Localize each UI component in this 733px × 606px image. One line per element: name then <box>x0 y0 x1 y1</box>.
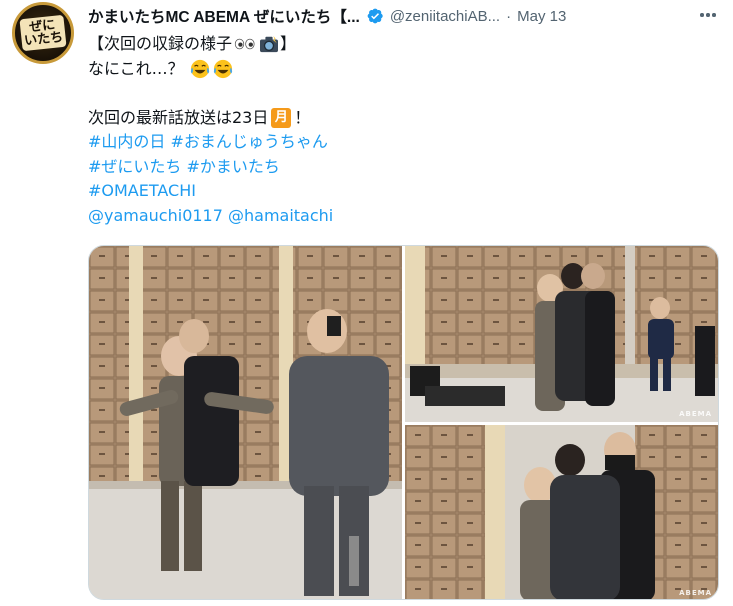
text-line-2: なにこれ…？ <box>88 57 718 82</box>
tweet[interactable]: ぜに いたち かまいたちMC ABEMA ぜにいたち【... @zeniitach… <box>0 0 733 606</box>
author-name[interactable]: かまいたちMC ABEMA ぜにいたち【... <box>88 5 360 27</box>
avatar-logo-text: ぜに いたち <box>19 14 67 52</box>
mention-line: @yamauchi0117 @hamaitachi <box>88 204 718 229</box>
tweet-date[interactable]: May 13 <box>517 8 566 25</box>
monday-badge: 月 <box>271 107 292 128</box>
text-line-1: 【次回の収録の様子 】 <box>88 32 718 57</box>
hashtag-link[interactable]: #山内の日 <box>88 130 165 155</box>
hashtag-link[interactable]: #ぜにいたち <box>88 155 181 180</box>
hashtag-line-2: #ぜにいたち #かまいたち <box>88 155 718 180</box>
hashtag-link[interactable]: #OMAETACHI <box>88 179 196 204</box>
avatar[interactable]: ぜに いたち <box>12 2 74 64</box>
hashtag-link[interactable]: #おまんじゅうちゃん <box>171 130 328 155</box>
text-segment: 】 <box>280 34 297 53</box>
mention-link[interactable]: @yamauchi0117 <box>88 204 223 229</box>
verified-badge-icon <box>367 8 383 24</box>
more-options-icon[interactable] <box>697 4 719 26</box>
abema-watermark: ABEMA <box>679 410 712 418</box>
tears-of-joy-emoji <box>213 59 232 78</box>
camera-flash-emoji <box>260 36 279 53</box>
text-segment: なにこれ…？ <box>88 58 184 78</box>
mention-link[interactable]: @hamaitachi <box>228 204 333 229</box>
media-grid: ABEMA ABEMA <box>88 245 719 600</box>
text-segment: 次回の最新話放送は23日 <box>88 107 269 127</box>
photo-1[interactable] <box>89 246 402 599</box>
header-separator: · <box>506 7 512 25</box>
hashtag-line-1: #山内の日 #おまんじゅうちゃん <box>88 130 718 155</box>
text-line-3: 次回の最新話放送は23日 月 ！ <box>88 106 718 131</box>
hashtag-line-3: #OMAETACHI <box>88 179 718 204</box>
text-segment: 【次回の収録の様子 <box>88 34 233 53</box>
tears-of-joy-emoji <box>190 59 209 78</box>
tweet-text: 【次回の収録の様子 】 なにこれ…？ 次回の最新話放送は23日 月 ！ #山内の… <box>88 32 718 228</box>
eyes-emoji <box>234 38 255 50</box>
author-handle[interactable]: @zeniitachiAB... <box>390 8 500 25</box>
hashtag-link[interactable]: #かまいたち <box>187 155 280 180</box>
abema-watermark: ABEMA <box>679 589 712 597</box>
tweet-header: かまいたちMC ABEMA ぜにいたち【... @zeniitachiAB...… <box>88 4 728 28</box>
photo-2[interactable]: ABEMA <box>405 246 718 422</box>
text-segment: ！ <box>294 107 311 127</box>
photo-3[interactable]: ABEMA <box>405 425 718 599</box>
